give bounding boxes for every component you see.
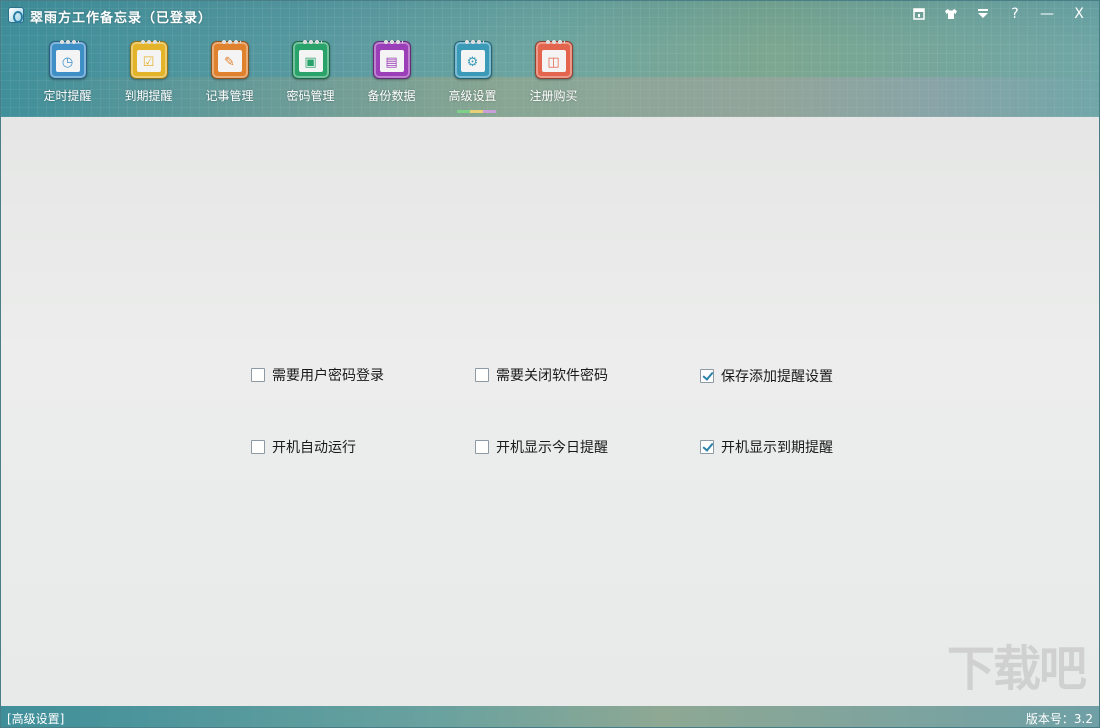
- toolbar-password[interactable]: ▣ 密码管理: [270, 41, 351, 113]
- marker-segment: [470, 110, 483, 113]
- minimize-icon[interactable]: —: [1035, 3, 1059, 25]
- option-label: 保存添加提醒设置: [721, 366, 833, 386]
- app-window: 翠雨方工作备忘录（已登录） ? — X ◷ 定时提醒 ☑ 到期提醒: [0, 0, 1100, 728]
- toolbar-label: 注册购买: [529, 87, 577, 104]
- option-auto-start[interactable]: 开机自动运行: [251, 437, 356, 457]
- option-require-login-password[interactable]: 需要用户密码登录: [251, 365, 384, 385]
- option-require-close-password[interactable]: 需要关闭软件密码: [475, 365, 608, 385]
- option-show-today-reminders[interactable]: 开机显示今日提醒: [475, 437, 608, 457]
- notes-icon: ✎: [211, 41, 249, 79]
- toolbar-notes[interactable]: ✎ 记事管理: [189, 41, 270, 113]
- header-bar: 翠雨方工作备忘录（已登录） ? — X ◷ 定时提醒 ☑ 到期提醒: [1, 1, 1100, 117]
- toolbar-label: 高级设置: [448, 87, 496, 104]
- toolbar-timed-reminder[interactable]: ◷ 定时提醒: [27, 41, 108, 113]
- version-label: 版本号：3.2: [1026, 710, 1093, 727]
- close-icon[interactable]: X: [1067, 3, 1091, 25]
- window-title: 翠雨方工作备忘录（已登录）: [30, 7, 212, 26]
- help-icon[interactable]: ?: [1003, 3, 1027, 25]
- password-icon: ▣: [292, 41, 330, 79]
- toolbar-label: 定时提醒: [43, 87, 91, 104]
- toolbar-due-reminder[interactable]: ☑ 到期提醒: [108, 41, 189, 113]
- backup-icon: ▤: [373, 41, 411, 79]
- window-controls: ? — X: [907, 3, 1091, 25]
- dropdown-icon[interactable]: [971, 3, 995, 25]
- settings-icon: ⚙: [454, 41, 492, 79]
- option-label: 需要用户密码登录: [272, 365, 384, 385]
- checkbox[interactable]: [700, 440, 714, 454]
- option-show-due-reminders[interactable]: 开机显示到期提醒: [700, 437, 833, 457]
- toolbar-label: 备份数据: [367, 87, 415, 104]
- option-label: 开机自动运行: [272, 437, 356, 457]
- toolbar-label: 到期提醒: [124, 87, 172, 104]
- status-current-section: [高级设置]: [7, 710, 64, 727]
- watermark: 下载吧: [947, 629, 1085, 699]
- option-label: 需要关闭软件密码: [496, 365, 608, 385]
- checkbox[interactable]: [475, 440, 489, 454]
- app-logo-icon: [8, 7, 24, 23]
- toolbar-label: 密码管理: [286, 87, 334, 104]
- checkbox[interactable]: [475, 368, 489, 382]
- marker-segment: [483, 110, 496, 113]
- clock-reminder-icon: ◷: [49, 41, 87, 79]
- active-tab-marker: [457, 110, 496, 113]
- option-label: 开机显示到期提醒: [721, 437, 833, 457]
- checkbox[interactable]: [251, 368, 265, 382]
- settings-panel: 需要用户密码登录 需要关闭软件密码 保存添加提醒设置 开机自动运行 开机显示今日…: [1, 117, 1100, 706]
- status-bar: [高级设置] 版本号：3.2: [1, 706, 1100, 728]
- main-toolbar: ◷ 定时提醒 ☑ 到期提醒 ✎ 记事管理 ▣ 密码管理 ▤ 备份数据 ⚙ 高级设…: [27, 41, 594, 113]
- toolbar-label: 记事管理: [205, 87, 253, 104]
- calendar-icon[interactable]: [907, 3, 931, 25]
- option-save-reminder-settings[interactable]: 保存添加提醒设置: [700, 366, 833, 386]
- toolbar-backup[interactable]: ▤ 备份数据: [351, 41, 432, 113]
- skin-shirt-icon[interactable]: [939, 3, 963, 25]
- due-reminder-icon: ☑: [130, 41, 168, 79]
- toolbar-register[interactable]: ◫ 注册购买: [513, 41, 594, 113]
- checkbox[interactable]: [700, 369, 714, 383]
- toolbar-advanced-settings[interactable]: ⚙ 高级设置: [432, 41, 513, 113]
- marker-segment: [457, 110, 470, 113]
- register-icon: ◫: [535, 41, 573, 79]
- checkbox[interactable]: [251, 440, 265, 454]
- option-label: 开机显示今日提醒: [496, 437, 608, 457]
